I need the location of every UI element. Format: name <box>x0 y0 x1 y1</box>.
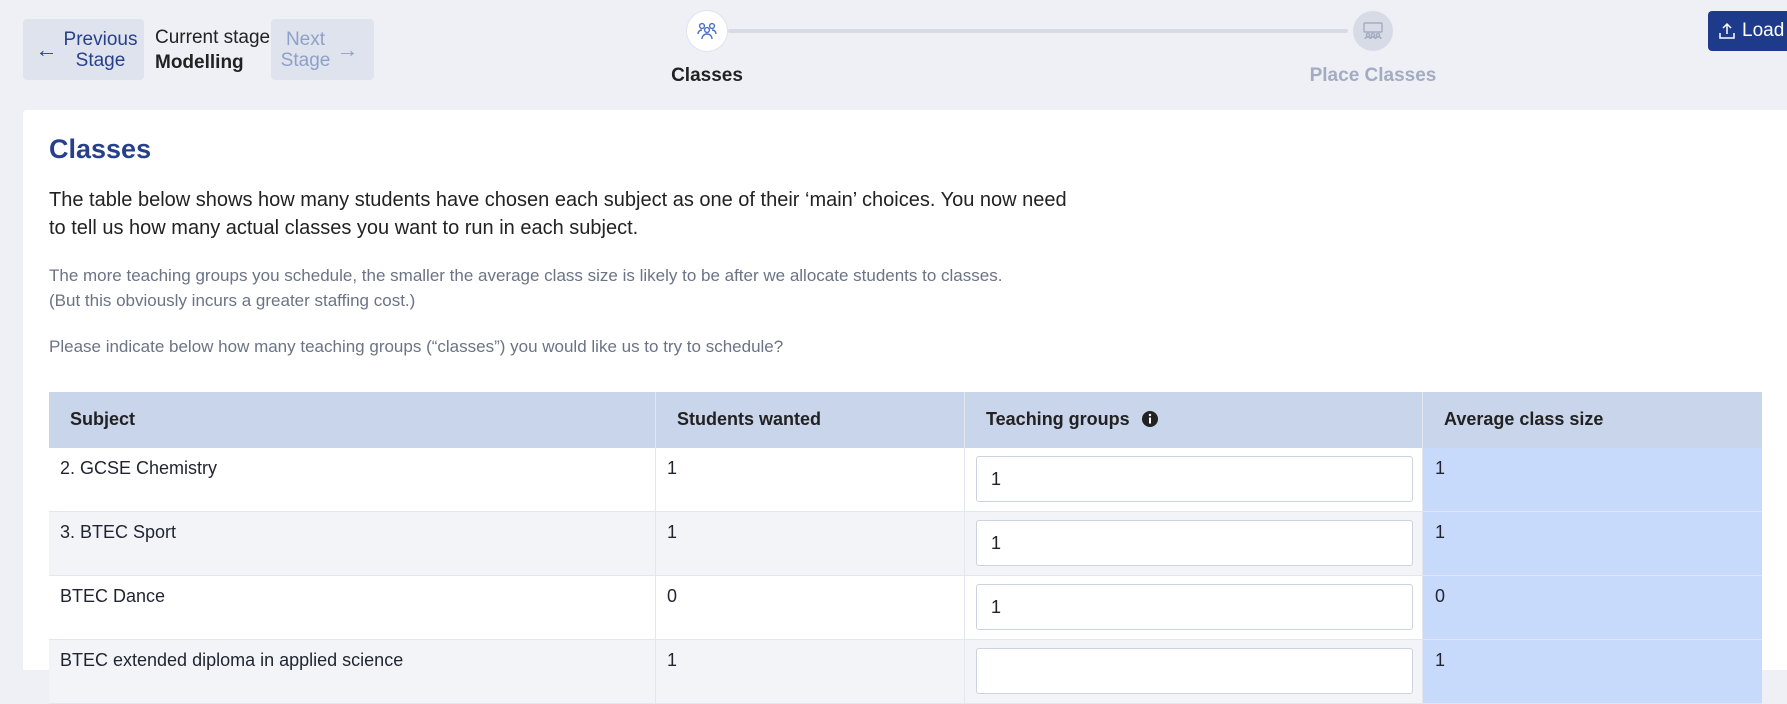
table-header-row: Subject Students wanted Teaching groups … <box>49 392 1762 448</box>
cell-average-class-size: 0 <box>1423 576 1762 639</box>
classes-table: Subject Students wanted Teaching groups … <box>49 392 1762 704</box>
cell-subject: BTEC Dance <box>49 576 656 639</box>
stepper-line <box>728 29 1348 33</box>
table-row: BTEC Dance 0 0 <box>49 576 1762 640</box>
header-teaching-groups-label: Teaching groups <box>986 409 1130 429</box>
cell-students-wanted: 1 <box>656 640 965 703</box>
info-icon[interactable] <box>1141 410 1159 428</box>
cell-students-wanted: 0 <box>656 576 965 639</box>
teaching-groups-input[interactable] <box>976 648 1413 694</box>
upload-icon <box>1719 22 1735 39</box>
table-row: BTEC extended diploma in applied science… <box>49 640 1762 704</box>
cell-teaching-groups <box>965 448 1423 511</box>
table-row: 2. GCSE Chemistry 1 1 <box>49 448 1762 512</box>
header-students-wanted: Students wanted <box>656 392 965 448</box>
cell-subject: 2. GCSE Chemistry <box>49 448 656 511</box>
cell-students-wanted: 1 <box>656 512 965 575</box>
step-place-classes-label: Place Classes <box>1309 65 1437 86</box>
intro-text: The table below shows how many students … <box>49 189 1067 239</box>
step-classes-label: Classes <box>671 65 743 86</box>
page-title: Classes <box>49 134 152 164</box>
cell-average-class-size: 1 <box>1423 512 1762 575</box>
people-group-icon <box>697 22 717 40</box>
top-bar: ← Previous Stage Current stage Modelling… <box>0 0 1787 110</box>
step-place-classes[interactable] <box>1353 11 1393 51</box>
stage-stepper: Classes Place Classes <box>0 0 1787 110</box>
header-subject: Subject <box>49 392 656 448</box>
cell-students-wanted: 1 <box>656 448 965 511</box>
classes-card: Classes The table below shows how many s… <box>23 110 1787 704</box>
cell-average-class-size: 1 <box>1423 640 1762 703</box>
teaching-groups-input[interactable] <box>976 520 1413 566</box>
note-line-2: (But this obviously incurs a greater sta… <box>49 291 416 310</box>
classroom-icon <box>1363 22 1383 40</box>
cell-subject: BTEC extended diploma in applied science <box>49 640 656 703</box>
cell-average-class-size: 1 <box>1423 448 1762 511</box>
cell-teaching-groups <box>965 640 1423 703</box>
prompt-text: Please indicate below how many teaching … <box>49 337 784 356</box>
cell-subject: 3. BTEC Sport <box>49 512 656 575</box>
header-average-class-size: Average class size <box>1444 409 1604 429</box>
teaching-groups-input[interactable] <box>976 584 1413 630</box>
teaching-groups-input[interactable] <box>976 456 1413 502</box>
table-row: 3. BTEC Sport 1 1 <box>49 512 1762 576</box>
step-classes[interactable] <box>687 11 727 51</box>
header-teaching-groups: Teaching groups <box>965 392 1423 448</box>
note-text: The more teaching groups you schedule, t… <box>49 263 1149 313</box>
load-button-label: Load <box>1742 20 1785 41</box>
note-line-1: The more teaching groups you schedule, t… <box>49 266 1003 285</box>
cell-teaching-groups <box>965 512 1423 575</box>
cell-teaching-groups <box>965 576 1423 639</box>
load-button[interactable]: Load <box>1708 11 1787 51</box>
